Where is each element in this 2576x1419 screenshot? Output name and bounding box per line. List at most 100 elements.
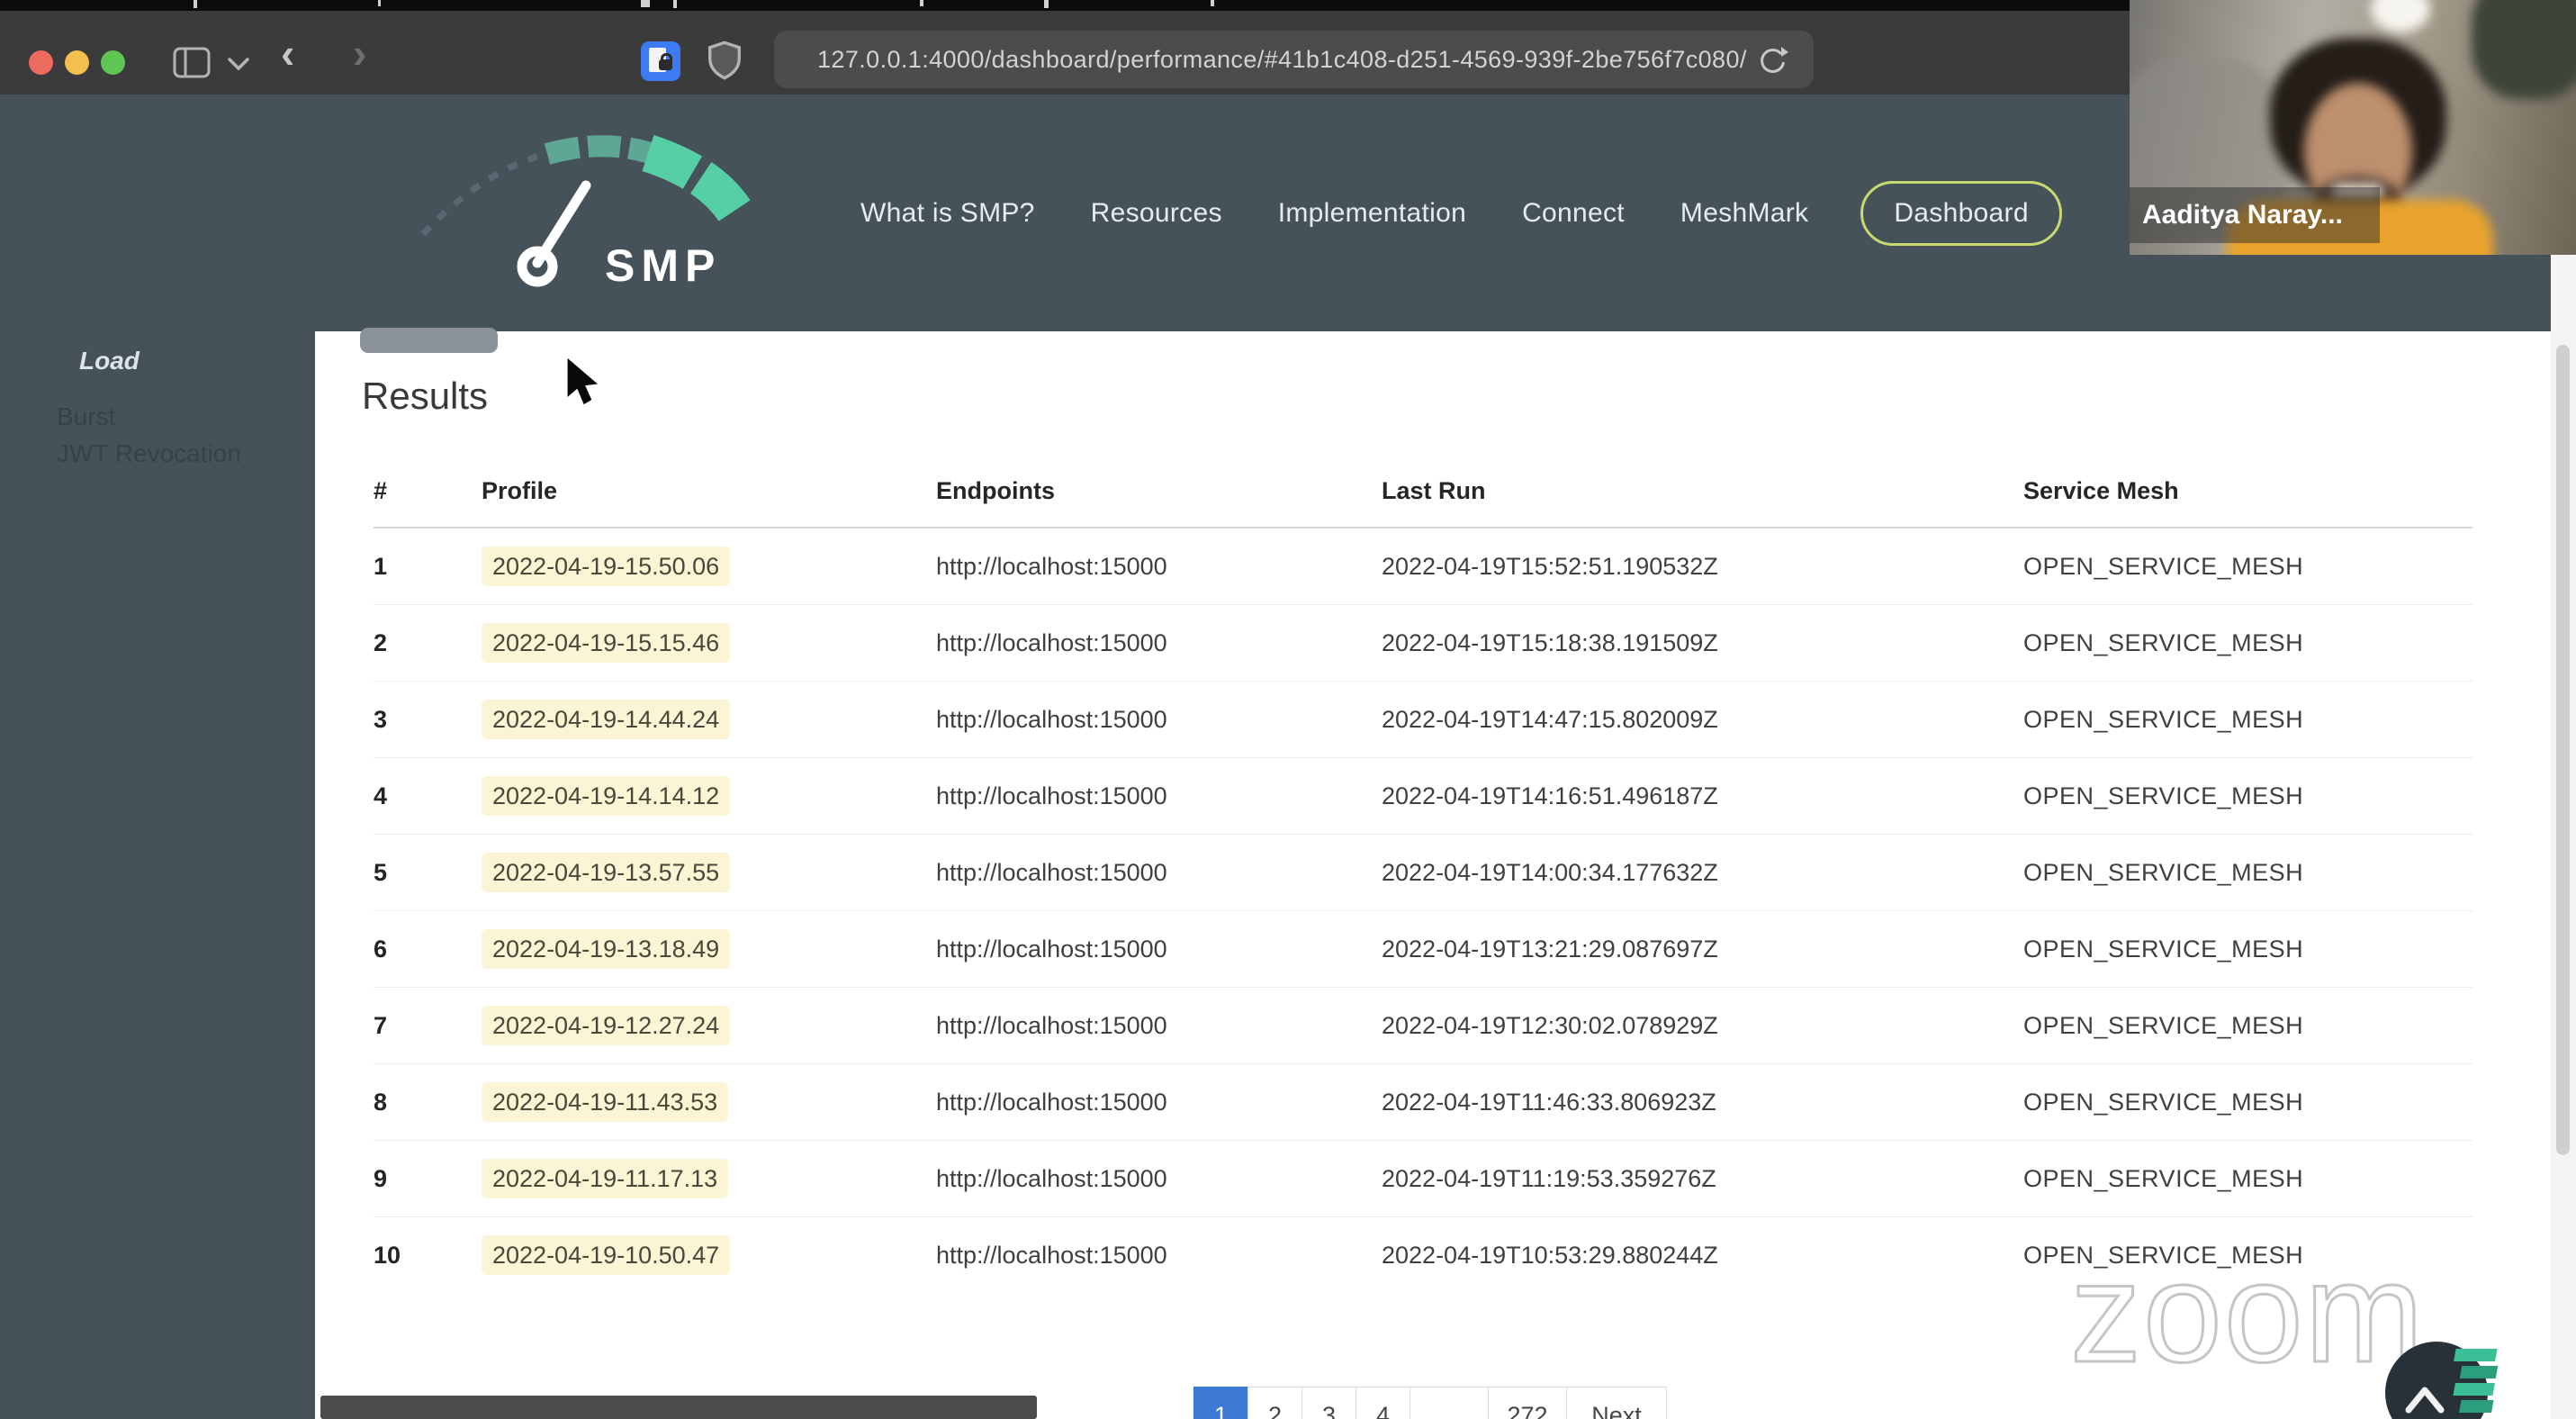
profile-value[interactable]: 2022-04-19-11.17.13 bbox=[482, 1158, 729, 1198]
endpoints-cell: http://localhost:15000 bbox=[936, 628, 1167, 656]
row-num: 7 bbox=[374, 1011, 388, 1039]
last-run-cell: 2022-04-19T13:21:29.087697Z bbox=[1382, 935, 1718, 963]
last-run-cell: 2022-04-19T15:52:51.190532Z bbox=[1382, 552, 1718, 580]
reload-icon[interactable] bbox=[1756, 44, 1788, 77]
last-run-cell: 2022-04-19T14:16:51.496187Z bbox=[1382, 782, 1718, 809]
nav-item[interactable]: Implementation bbox=[1274, 184, 1470, 243]
profile-cell: 2022-04-19-15.15.46 bbox=[482, 622, 936, 663]
logo-text: SMP bbox=[605, 240, 721, 291]
last-run-cell: 2022-04-19T11:46:33.806923Z bbox=[1382, 1088, 1716, 1116]
hidden-tab-button[interactable] bbox=[360, 328, 498, 353]
webcam-tile: Aaditya Naray... bbox=[2130, 0, 2576, 255]
profile-value[interactable]: 2022-04-19-15.50.06 bbox=[482, 546, 731, 586]
profile-cell: 2022-04-19-12.27.24 bbox=[482, 1005, 936, 1045]
endpoints-cell: http://localhost:15000 bbox=[936, 1241, 1167, 1269]
profile-value[interactable]: 2022-04-19-15.15.46 bbox=[482, 622, 731, 663]
profile-value[interactable]: 2022-04-19-10.50.47 bbox=[482, 1234, 731, 1275]
sidebar-item[interactable]: Load bbox=[79, 347, 140, 375]
table-row[interactable]: 5 2022-04-19-13.57.55 http://localhost:1… bbox=[374, 835, 2472, 911]
nav-item[interactable]: Connect bbox=[1518, 184, 1628, 243]
table-row[interactable]: 4 2022-04-19-14.14.12 http://localhost:1… bbox=[374, 758, 2472, 835]
shield-icon[interactable] bbox=[707, 40, 742, 81]
sidebar-toggle-icon[interactable] bbox=[173, 47, 211, 79]
profile-cell: 2022-04-19-14.44.24 bbox=[482, 699, 936, 739]
endpoints-cell: http://localhost:15000 bbox=[936, 858, 1167, 886]
row-num: 2 bbox=[374, 628, 388, 656]
forward-icon[interactable]: › bbox=[353, 32, 366, 74]
sidebar-item[interactable]: Burst bbox=[57, 402, 115, 431]
col-header-num: # bbox=[374, 476, 388, 504]
participant-nametag: Aaditya Naray... bbox=[2130, 187, 2380, 243]
chevron-down-icon[interactable] bbox=[227, 56, 250, 72]
last-run-cell: 2022-04-19T14:47:15.802009Z bbox=[1382, 705, 1718, 733]
row-num: 3 bbox=[374, 705, 388, 733]
profile-cell: 2022-04-19-11.17.13 bbox=[482, 1158, 936, 1198]
service-mesh-cell: OPEN_SERVICE_MESH bbox=[2023, 858, 2304, 886]
smp-logo[interactable]: SMP bbox=[378, 117, 828, 306]
nav-item[interactable]: MeshMark bbox=[1677, 184, 1812, 243]
table-body: 1 2022-04-19-15.50.06 http://localhost:1… bbox=[374, 529, 2472, 1293]
col-header-servicemesh: Service Mesh bbox=[2023, 476, 2179, 504]
table-row[interactable]: 6 2022-04-19-13.18.49 http://localhost:1… bbox=[374, 911, 2472, 988]
row-num: 6 bbox=[374, 935, 388, 963]
nav-item[interactable]: Resources bbox=[1087, 184, 1226, 243]
page-buttons: 1 2 3 4 … 272 bbox=[1193, 1387, 1567, 1419]
vertical-scrollbar-track bbox=[2551, 255, 2576, 1419]
pagination: 1 2 3 4 … 272 Next bbox=[1193, 1387, 1667, 1419]
page-button[interactable]: 4 bbox=[1356, 1387, 1410, 1419]
endpoints-cell: http://localhost:15000 bbox=[936, 552, 1167, 580]
col-header-lastrun: Last Run bbox=[1382, 476, 1486, 504]
minimize-window-button[interactable] bbox=[65, 50, 89, 75]
address-bar[interactable]: 127.0.0.1:4000/dashboard/performance/#41… bbox=[774, 31, 1814, 88]
nav-item[interactable]: Dashboard bbox=[1860, 180, 2062, 246]
title-remnant bbox=[1211, 0, 1214, 6]
profile-value[interactable]: 2022-04-19-13.57.55 bbox=[482, 852, 731, 892]
table-row[interactable]: 8 2022-04-19-11.43.53 http://localhost:1… bbox=[374, 1064, 2472, 1141]
profile-value[interactable]: 2022-04-19-14.14.12 bbox=[482, 775, 731, 816]
service-mesh-cell: OPEN_SERVICE_MESH bbox=[2023, 1164, 2304, 1192]
service-mesh-cell: OPEN_SERVICE_MESH bbox=[2023, 1011, 2304, 1039]
next-page-button[interactable]: Next bbox=[1566, 1387, 1667, 1419]
service-mesh-cell: OPEN_SERVICE_MESH bbox=[2023, 628, 2304, 656]
service-mesh-cell: OPEN_SERVICE_MESH bbox=[2023, 552, 2304, 580]
title-remnant bbox=[1044, 0, 1049, 8]
table-row[interactable]: 1 2022-04-19-15.50.06 http://localhost:1… bbox=[374, 529, 2472, 605]
participant-name: Aaditya Naray... bbox=[2142, 200, 2343, 230]
profile-value[interactable]: 2022-04-19-14.44.24 bbox=[482, 699, 731, 739]
profile-cell: 2022-04-19-14.14.12 bbox=[482, 775, 936, 816]
title-remnant bbox=[194, 0, 197, 8]
table-row[interactable]: 7 2022-04-19-12.27.24 http://localhost:1… bbox=[374, 988, 2472, 1064]
close-window-button[interactable] bbox=[29, 50, 53, 75]
page-button[interactable]: 2 bbox=[1247, 1387, 1302, 1419]
nav-item[interactable]: What is SMP? bbox=[857, 184, 1039, 243]
screen: SMP What is SMP? Resources Implementatio… bbox=[0, 0, 2576, 1419]
row-num: 1 bbox=[374, 552, 388, 580]
vertical-scrollbar-thumb[interactable] bbox=[2556, 345, 2570, 1155]
last-run-cell: 2022-04-19T15:18:38.191509Z bbox=[1382, 628, 1718, 656]
profile-value[interactable]: 2022-04-19-11.43.53 bbox=[482, 1081, 729, 1122]
zoom-window-button[interactable] bbox=[101, 50, 125, 75]
page-button[interactable]: 1 bbox=[1193, 1387, 1248, 1419]
extension-lock-icon[interactable] bbox=[641, 41, 680, 81]
plant-blob bbox=[2472, 0, 2576, 99]
page-button[interactable]: … bbox=[1410, 1387, 1489, 1419]
page-button[interactable]: 3 bbox=[1302, 1387, 1356, 1419]
table-row[interactable]: 9 2022-04-19-11.17.13 http://localhost:1… bbox=[374, 1141, 2472, 1217]
row-num: 4 bbox=[374, 782, 388, 809]
horizontal-scrollbar[interactable] bbox=[320, 1396, 1037, 1419]
table-row[interactable]: 3 2022-04-19-14.44.24 http://localhost:1… bbox=[374, 682, 2472, 758]
lock-glyph bbox=[659, 53, 672, 70]
table-row[interactable]: 2 2022-04-19-15.15.46 http://localhost:1… bbox=[374, 605, 2472, 682]
profile-value[interactable]: 2022-04-19-12.27.24 bbox=[482, 1005, 731, 1045]
endpoints-cell: http://localhost:15000 bbox=[936, 782, 1167, 809]
profile-value[interactable]: 2022-04-19-13.18.49 bbox=[482, 928, 731, 969]
endpoints-cell: http://localhost:15000 bbox=[936, 1088, 1167, 1116]
row-num: 8 bbox=[374, 1088, 388, 1116]
row-num: 5 bbox=[374, 858, 388, 886]
back-icon[interactable]: ‹ bbox=[281, 32, 294, 74]
profile-cell: 2022-04-19-13.18.49 bbox=[482, 928, 936, 969]
sidebar-item[interactable]: JWT Revocation bbox=[57, 439, 241, 468]
profile-cell: 2022-04-19-11.43.53 bbox=[482, 1081, 936, 1122]
page-button[interactable]: 272 bbox=[1488, 1387, 1567, 1419]
speedometer-icon: SMP bbox=[420, 135, 751, 291]
